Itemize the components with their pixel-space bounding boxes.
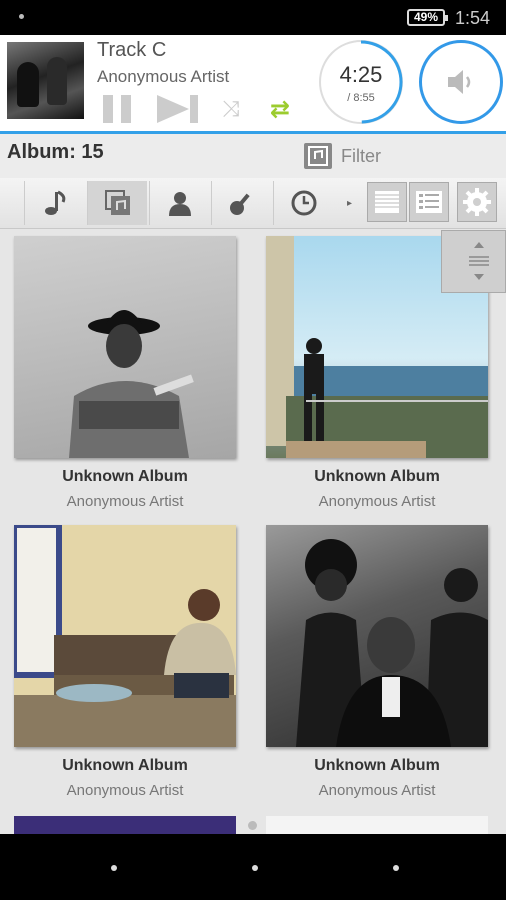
track-title: Track C — [97, 39, 167, 61]
filter-icon[interactable] — [304, 143, 332, 169]
library-header: Album: 15 Filter — [0, 134, 506, 178]
album-cover-partial[interactable] — [266, 816, 488, 834]
system-nav-bar — [0, 834, 506, 900]
playback-time-dial[interactable]: 4:25 / 8:55 — [319, 40, 403, 124]
track-artist: Anonymous Artist — [97, 67, 230, 86]
next-icon[interactable] — [155, 95, 200, 123]
album-count: Album: 15 — [7, 141, 104, 163]
back-icon[interactable] — [111, 865, 117, 871]
album-title: Unknown Album — [314, 468, 440, 485]
more-tabs-arrow-icon[interactable]: ▸ — [347, 198, 352, 209]
recent-icon — [291, 190, 317, 216]
library-toolbar: ▸ — [0, 178, 506, 229]
album-grid: Unknown Album Anonymous Artist Unknown A… — [0, 229, 506, 834]
album-artist: Anonymous Artist — [66, 493, 184, 510]
now-playing-panel: Track C Anonymous Artist ⤨ ⇄ 4:25 / 8:55 — [0, 35, 506, 134]
album-cover — [14, 236, 236, 458]
album-artist: Anonymous Artist — [318, 493, 436, 510]
shuffle-icon[interactable]: ⤨ — [222, 96, 240, 122]
view-detail-list-button[interactable] — [409, 182, 449, 222]
album-artist: Anonymous Artist — [318, 782, 436, 799]
notification-dot-icon — [19, 14, 24, 19]
genres-icon — [230, 193, 250, 215]
album-title: Unknown Album — [314, 757, 440, 774]
time-total: / 8:55 — [347, 92, 375, 104]
tab-recent[interactable] — [273, 181, 333, 225]
view-dense-list-button[interactable] — [367, 182, 407, 222]
battery-percent: 49% — [413, 10, 439, 24]
album-cover — [14, 525, 236, 747]
songs-icon — [45, 190, 66, 215]
fast-scroll-handle[interactable] — [441, 230, 506, 293]
filter-button[interactable]: Filter — [341, 146, 381, 167]
list-detail-icon — [416, 191, 442, 213]
status-bar: 49% 1:54 — [0, 0, 506, 35]
tab-genres[interactable] — [211, 181, 271, 225]
album-cover-partial[interactable] — [14, 816, 236, 834]
battery-icon: 49% — [407, 9, 448, 26]
now-playing-album-art[interactable] — [7, 42, 84, 119]
time-current: 4:25 — [339, 62, 383, 87]
tab-artists[interactable] — [149, 181, 209, 225]
tab-albums[interactable] — [87, 181, 147, 225]
album-title: Unknown Album — [62, 757, 188, 774]
pause-icon[interactable] — [103, 95, 135, 123]
volume-button[interactable] — [419, 40, 503, 124]
albums-icon — [105, 190, 130, 215]
settings-button[interactable] — [457, 182, 497, 222]
settings-icon — [463, 188, 491, 216]
album-artist: Anonymous Artist — [66, 782, 184, 799]
album-title: Unknown Album — [62, 468, 188, 485]
artists-icon — [169, 192, 191, 216]
list-dense-icon — [375, 191, 399, 213]
album-cover — [266, 525, 488, 747]
status-clock: 1:54 — [455, 8, 491, 28]
scroll-arrows-icon — [469, 242, 489, 280]
scroll-indicator-dot-icon — [248, 821, 257, 830]
repeat-icon[interactable]: ⇄ — [270, 95, 290, 124]
home-icon[interactable] — [252, 865, 258, 871]
tab-songs[interactable] — [24, 181, 84, 225]
volume-icon — [448, 70, 471, 94]
recents-icon[interactable] — [393, 865, 399, 871]
